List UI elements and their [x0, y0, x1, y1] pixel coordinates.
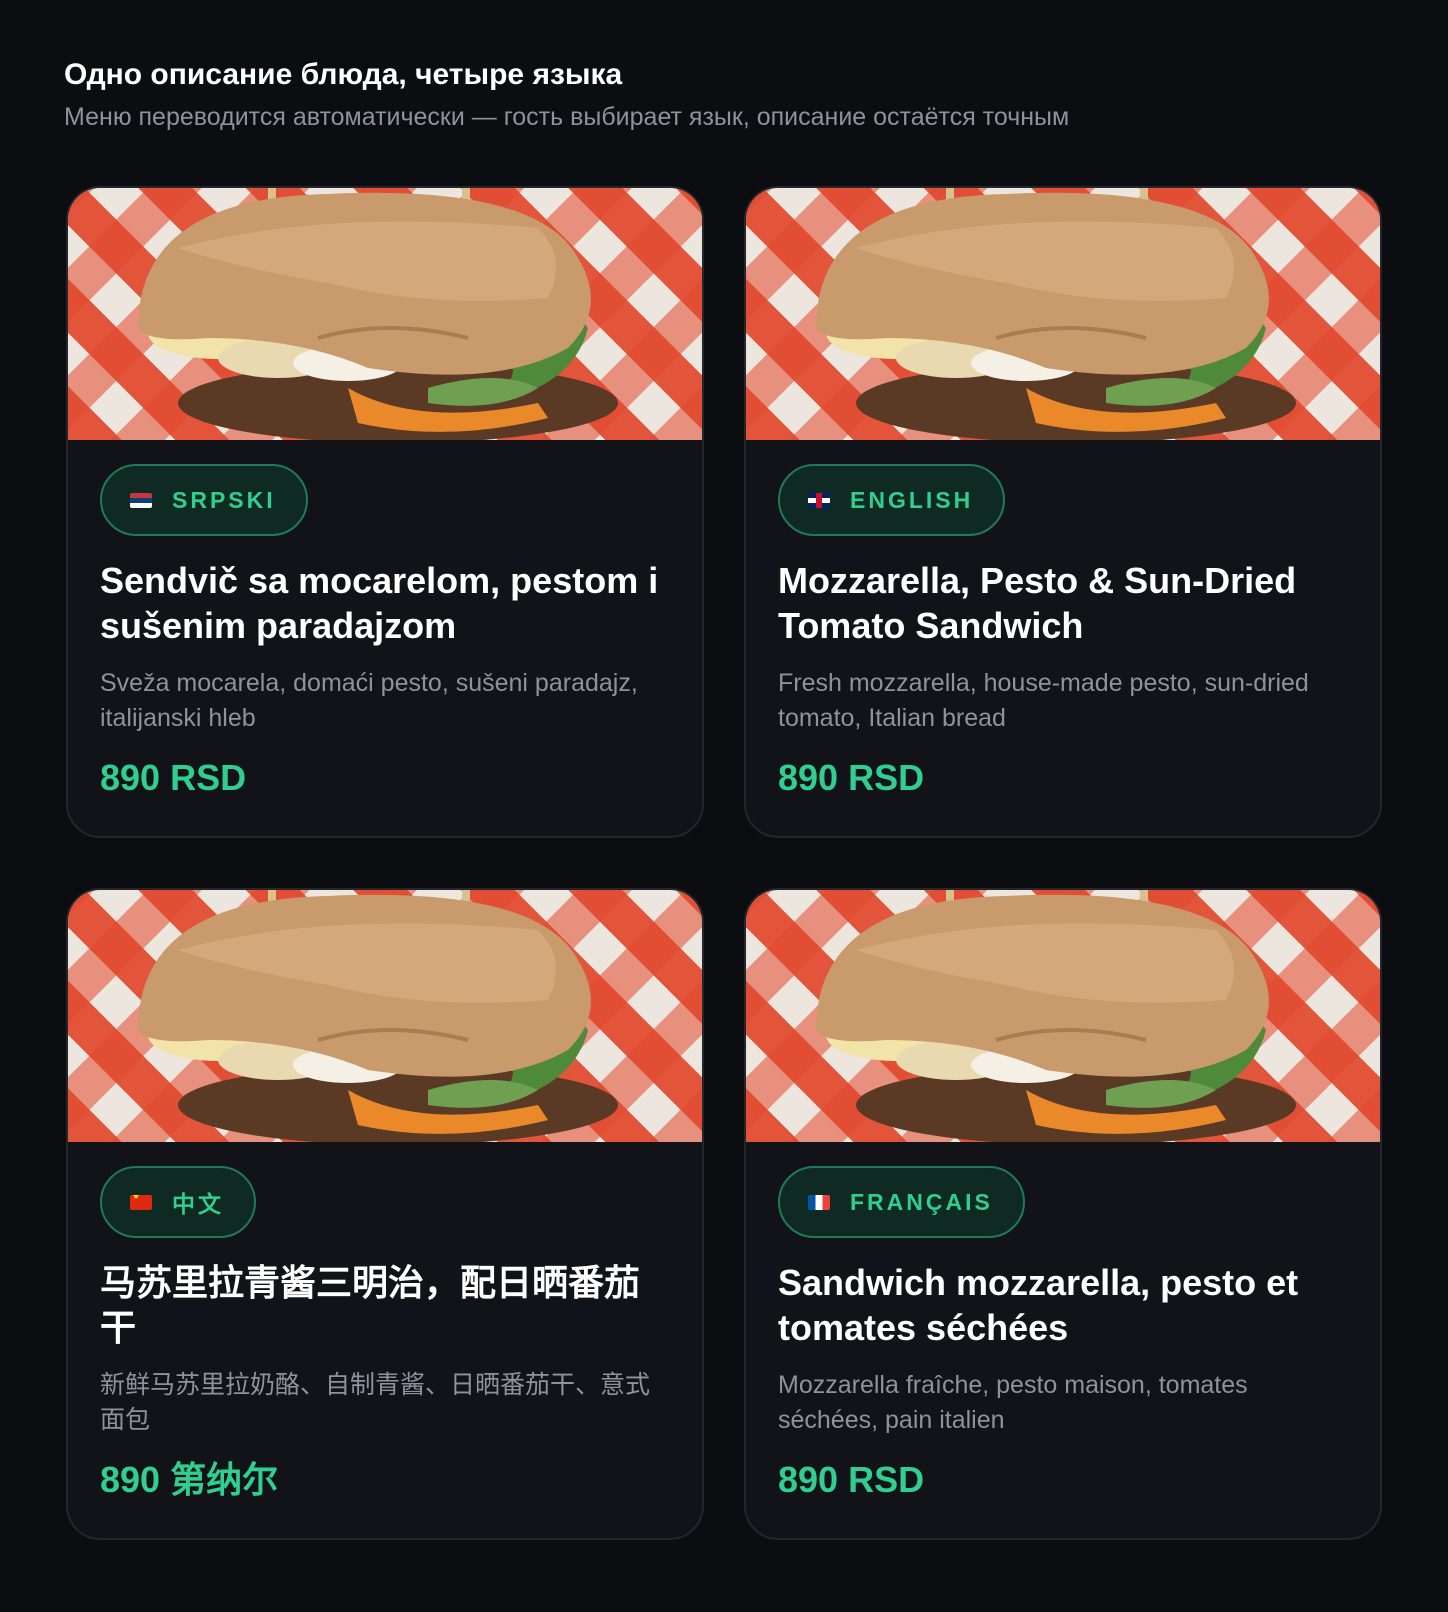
dish-description: 新鲜马苏里拉奶酪、自制青酱、日晒番茄干、意式面包 [100, 1371, 651, 1434]
card-body: ENGLISH Mozzarella, Pesto & Sun-Dried To… [746, 440, 1380, 800]
sandwich-photo [746, 188, 1380, 440]
menu-card-serbian: SRPSKI Sendvič sa mocarelom, pestom i su… [66, 186, 704, 838]
menu-card-french: FRANÇAIS Sandwich mozzarella, pesto et t… [744, 888, 1382, 1540]
menu-cards-grid: SRPSKI Sendvič sa mocarelom, pestom i su… [66, 186, 1382, 1540]
page: Одно описание блюда, четыре языка Меню п… [0, 0, 1448, 1612]
dish-price: 890 RSD [778, 757, 925, 798]
sandwich-photo [68, 188, 702, 440]
sandwich-photo [68, 890, 702, 1142]
header: Одно описание блюда, четыре языка Меню п… [64, 56, 1069, 134]
dish-title: Sandwich mozzarella, pesto et tomates sé… [778, 1262, 1299, 1348]
dish-title: Sendvič sa mocarelom, pestom i sušenim p… [100, 560, 659, 646]
language-badge[interactable]: FRANÇAIS [778, 1166, 1025, 1238]
menu-card-english: ENGLISH Mozzarella, Pesto & Sun-Dried To… [744, 186, 1382, 838]
china-flag-icon [130, 1194, 152, 1210]
dish-price: 890 RSD [100, 757, 247, 798]
dish-title: Mozzarella, Pesto & Sun-Dried Tomato San… [778, 560, 1297, 646]
sandwich-photo [746, 890, 1380, 1142]
serbia-flag-icon [130, 492, 152, 508]
uk-flag-icon [808, 492, 830, 508]
card-body: SRPSKI Sendvič sa mocarelom, pestom i su… [68, 440, 702, 800]
dish-description: Mozzarella fraîche, pesto maison, tomate… [778, 1371, 1248, 1434]
dish-description: Fresh mozzarella, house-made pesto, sun-… [778, 669, 1309, 732]
language-label: FRANÇAIS [850, 1188, 993, 1215]
menu-card-chinese: 中文 马苏里拉青酱三明治，配日晒番茄干 新鲜马苏里拉奶酪、自制青酱、日晒番茄干、… [66, 888, 704, 1540]
language-badge[interactable]: ENGLISH [778, 464, 1006, 536]
dish-price: 890 第纳尔 [100, 1459, 279, 1500]
dish-title: 马苏里拉青酱三明治，配日晒番茄干 [100, 1262, 641, 1348]
language-badge[interactable]: SRPSKI [100, 464, 308, 536]
language-label: SRPSKI [172, 486, 276, 513]
dish-price: 890 RSD [778, 1459, 925, 1500]
page-subtitle: Меню переводится автоматически — гость в… [64, 103, 1070, 131]
dish-description: Sveža mocarela, domaći pesto, sušeni par… [100, 669, 638, 732]
language-label: ENGLISH [850, 486, 974, 513]
language-label: 中文 [172, 1191, 224, 1217]
france-flag-icon [808, 1194, 830, 1210]
card-body: FRANÇAIS Sandwich mozzarella, pesto et t… [746, 1142, 1380, 1502]
page-title: Одно описание блюда, четыре языка [64, 58, 623, 91]
card-body: 中文 马苏里拉青酱三明治，配日晒番茄干 新鲜马苏里拉奶酪、自制青酱、日晒番茄干、… [68, 1142, 702, 1502]
language-badge[interactable]: 中文 [100, 1166, 256, 1238]
